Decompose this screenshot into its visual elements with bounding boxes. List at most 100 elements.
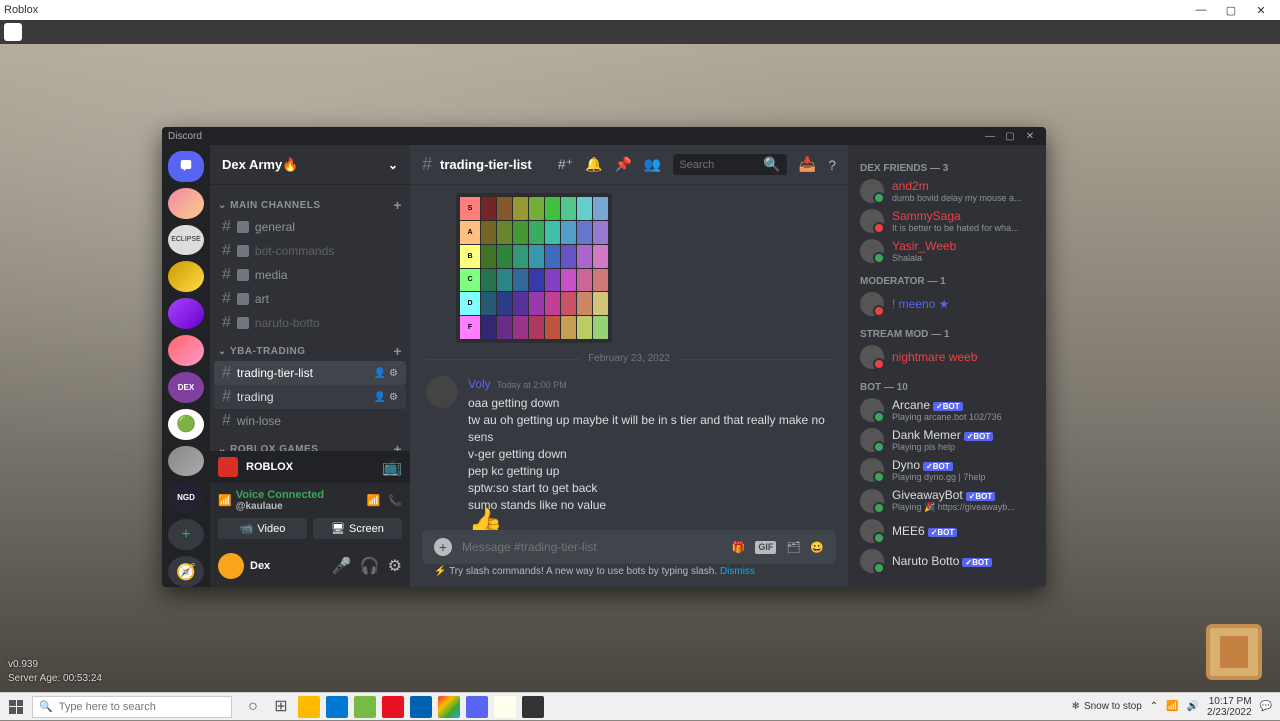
search-input[interactable]: 🔍 (673, 154, 786, 175)
weather-widget[interactable]: ❄ Snow to stop (1072, 701, 1142, 712)
user-avatar[interactable] (218, 553, 244, 579)
add-channel-button[interactable]: + (393, 197, 402, 213)
video-button[interactable]: 📹 Video (218, 518, 307, 539)
minimize-button[interactable]: — (1186, 4, 1216, 16)
category-header[interactable]: ⌄ Roblox Games+ (210, 433, 410, 451)
guild-icon[interactable] (168, 261, 204, 292)
close-button[interactable]: ✕ (1246, 4, 1276, 17)
settings-icon[interactable]: ⚙ (389, 368, 398, 379)
member-item[interactable]: Dyno✓BOTPlaying dyno.gg | 7help (854, 455, 1040, 485)
guild-icon[interactable]: ECLIPSE (168, 225, 204, 256)
chrome-icon[interactable] (438, 696, 460, 718)
invite-icon[interactable]: 👤 (374, 368, 386, 379)
channel-art[interactable]: #art (214, 287, 406, 311)
notifications-icon[interactable]: 💬 (1260, 701, 1272, 712)
taskbar-search[interactable]: 🔍 Type here to search (32, 696, 232, 718)
message-text: pep kc getting up (468, 463, 832, 480)
channel-media[interactable]: #media (214, 263, 406, 287)
obs-icon[interactable] (522, 696, 544, 718)
member-status: Playing arcane.bot 102/736 (892, 412, 1002, 422)
deafen-button[interactable]: 🎧 (360, 556, 380, 576)
settings-icon[interactable]: ⚙ (389, 392, 398, 403)
dismiss-link[interactable]: Dismiss (720, 566, 755, 577)
member-item[interactable]: Arcane✓BOTPlaying arcane.bot 102/736 (854, 395, 1040, 425)
server-header[interactable]: Dex Army🔥 ⌄ (210, 145, 410, 185)
dm-button[interactable] (168, 151, 204, 182)
screen-share-button[interactable]: 🖥 Screen (313, 518, 402, 539)
guild-icon[interactable]: DEX (168, 372, 204, 403)
channel-win-lose[interactable]: #win-lose (214, 409, 406, 433)
message-text: sptw:so start to get back (468, 480, 832, 497)
inventory-button[interactable] (1206, 624, 1262, 680)
member-item[interactable]: ! meeno ★ (854, 289, 1040, 319)
discord-minimize-button[interactable]: — (980, 131, 1000, 142)
channel-trading[interactable]: #trading👤⚙ (214, 385, 406, 409)
add-channel-button[interactable]: + (393, 343, 402, 359)
member-item[interactable]: MEE6✓BOT (854, 516, 1040, 546)
gif-button[interactable]: GIF (755, 541, 776, 554)
message-author[interactable]: Voly (468, 376, 491, 393)
discord-maximize-button[interactable]: ▢ (1000, 131, 1020, 142)
member-item[interactable]: Dank Memer✓BOTPlaying pls help (854, 425, 1040, 455)
threads-button[interactable]: #⁺ (558, 156, 573, 173)
channel-trading-tier-list[interactable]: #trading-tier-list👤⚙ (214, 361, 406, 385)
attach-button[interactable]: + (434, 538, 452, 556)
wifi-icon[interactable]: 📶 (1166, 701, 1178, 712)
gift-button[interactable]: 🎁 (732, 541, 746, 554)
app-icon[interactable] (494, 696, 516, 718)
cortana-icon[interactable]: ○ (242, 696, 264, 718)
invite-icon[interactable]: 👤 (374, 392, 386, 403)
guild-icon[interactable]: NGD (168, 482, 204, 513)
explorer-icon[interactable] (298, 696, 320, 718)
member-item[interactable]: Yasir_WeebShalala (854, 236, 1040, 266)
guild-icon[interactable] (168, 335, 204, 366)
category-header[interactable]: ⌄ YBA-Trading+ (210, 335, 410, 361)
volume-icon[interactable]: 🔊 (1187, 701, 1199, 712)
settings-button[interactable]: ⚙ (388, 556, 402, 576)
message-input[interactable] (462, 540, 722, 554)
guild-icon[interactable] (168, 188, 204, 219)
disconnect-button[interactable]: 📞 (388, 494, 402, 507)
mail-icon[interactable] (326, 696, 348, 718)
emoji-button[interactable]: 😀 (810, 541, 824, 554)
member-item[interactable]: GiveawayBot✓BOTPlaying 🎉 https://giveawa… (854, 485, 1040, 516)
tray-chevron-icon[interactable]: ⌃ (1150, 701, 1158, 712)
inbox-button[interactable]: 📥 (799, 156, 816, 173)
add-channel-button[interactable]: + (393, 441, 402, 451)
member-item[interactable]: Naruto Botto✓BOT (854, 546, 1040, 576)
app-icon[interactable] (382, 696, 404, 718)
category-header[interactable]: ⌄ Main Channels+ (210, 189, 410, 215)
member-item[interactable]: nightmare weeb (854, 342, 1040, 372)
guild-icon[interactable] (168, 446, 204, 477)
explore-button[interactable]: 🧭 (168, 556, 204, 587)
noise-suppress-button[interactable]: 📶 (367, 494, 381, 507)
taskview-icon[interactable]: ⊞ (270, 696, 292, 718)
guild-icon[interactable]: 🟢 (168, 409, 204, 440)
channel-general[interactable]: #general (214, 215, 406, 239)
pinned-button[interactable]: 📌 (614, 156, 631, 173)
members-button[interactable]: 👥 (644, 156, 661, 173)
sticker-button[interactable]: 🗂 (786, 541, 800, 554)
help-button[interactable]: ? (828, 157, 836, 173)
channel-naruto-botto[interactable]: #naruto-botto (214, 311, 406, 335)
discord-taskbar-icon[interactable] (466, 696, 488, 718)
tier-list-image[interactable]: SABCDF (456, 193, 612, 343)
chat-input[interactable]: + 🎁 GIF 🗂 😀 (422, 530, 836, 564)
edge-icon[interactable] (410, 696, 432, 718)
start-button[interactable] (0, 693, 32, 721)
member-item[interactable]: and2mdumb bovid delay my mouse a... (854, 176, 1040, 206)
stream-button[interactable]: 📺 (382, 457, 402, 477)
member-item[interactable]: SammySagaIt is better to be hated for wh… (854, 206, 1040, 236)
maximize-button[interactable]: ▢ (1216, 4, 1246, 17)
clock[interactable]: 10:17 PM2/23/2022 (1207, 696, 1252, 718)
discord-close-button[interactable]: ✕ (1020, 131, 1040, 142)
add-server-button[interactable]: + (168, 519, 204, 550)
guild-icon[interactable] (168, 298, 204, 329)
channel-bot-commands[interactable]: #bot-commands (214, 239, 406, 263)
message-text: v-ger getting down (468, 446, 832, 463)
message-avatar[interactable] (426, 376, 458, 408)
mute-button[interactable]: 🎤 (332, 556, 352, 576)
store-icon[interactable] (354, 696, 376, 718)
guild-list: ECLIPSE DEX 🟢 NGD + 🧭 (162, 145, 210, 587)
notifications-button[interactable]: 🔔 (585, 156, 602, 173)
